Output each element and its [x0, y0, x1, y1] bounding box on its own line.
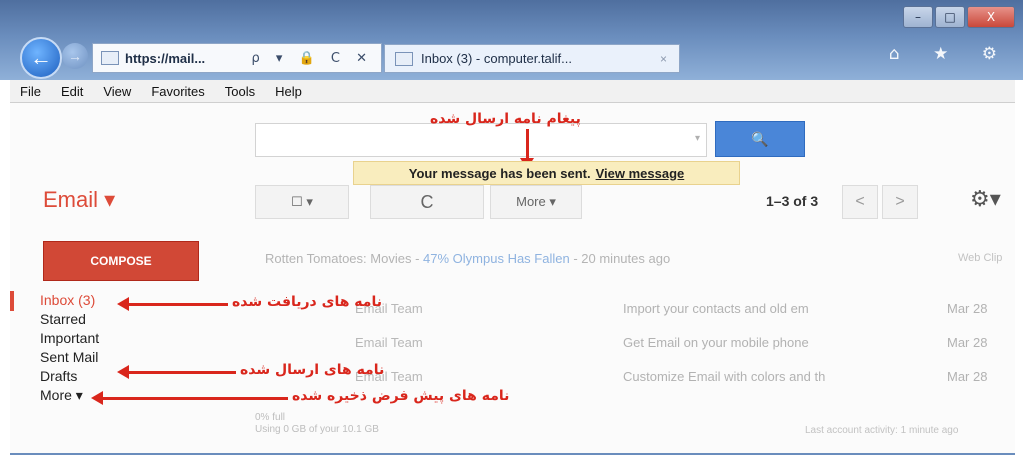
- folder-nav: Inbox (3) Starred Important Sent Mail Dr…: [40, 291, 99, 405]
- paging-count: 1–3 of 3: [766, 193, 819, 209]
- message-date: Mar 28: [947, 369, 988, 384]
- active-folder-indicator: [10, 291, 14, 311]
- folder-drafts[interactable]: Drafts: [40, 367, 99, 386]
- sent-notice-text: Your message has been sent.: [408, 165, 591, 181]
- back-arrow-icon[interactable]: ←: [20, 37, 62, 79]
- menu-file[interactable]: File: [20, 84, 41, 99]
- email-brand-menu[interactable]: Email ▾: [43, 187, 115, 213]
- promo-row[interactable]: Rotten Tomatoes: Movies - 47% Olympus Ha…: [265, 251, 670, 266]
- forward-arrow-icon[interactable]: →: [62, 43, 88, 69]
- close-window-button[interactable]: X: [967, 6, 1015, 28]
- annotation-sent-mail: نامه های ارسال شده: [240, 362, 385, 378]
- promo-headline: 47% Olympus Has Fallen: [423, 251, 570, 266]
- address-controls[interactable]: ρ ▾ 🔒 C ✕: [252, 51, 373, 66]
- storage-percent: 0% full: [255, 412, 286, 423]
- address-bar[interactable]: https://mail... ρ ▾ 🔒 C ✕: [92, 43, 382, 73]
- annotation-arrow-sent: [117, 365, 236, 379]
- address-url: https://mail...: [125, 50, 206, 66]
- menu-view[interactable]: View: [103, 84, 131, 99]
- maximize-button[interactable]: □: [935, 6, 965, 28]
- annotation-arrow-drafts: [91, 391, 288, 405]
- storage-usage: Using 0 GB of your 10.1 GB: [255, 424, 379, 435]
- refresh-icon[interactable]: C: [370, 185, 484, 219]
- message-row[interactable]: Email Team Import your contacts and old …: [355, 301, 1005, 321]
- folder-inbox[interactable]: Inbox (3): [40, 291, 99, 310]
- message-sender: Email Team: [355, 335, 423, 350]
- select-checkbox-button[interactable]: ☐ ▾: [255, 185, 349, 219]
- storage-info: 0% full Using 0 GB of your 10.1 GB: [255, 412, 379, 436]
- menu-edit[interactable]: Edit: [61, 84, 83, 99]
- tab-favicon-icon: [395, 51, 413, 66]
- message-row[interactable]: Email Team Get Email on your mobile phon…: [355, 335, 1005, 355]
- annotation-arrow-inbox: [117, 297, 228, 311]
- menu-help[interactable]: Help: [275, 84, 302, 99]
- home-favorites-tools-icons[interactable]: ⌂ ★ ⚙: [889, 44, 1011, 64]
- message-date: Mar 28: [947, 301, 988, 316]
- site-favicon-icon: [101, 51, 119, 65]
- message-subject: Customize Email with colors and th: [623, 369, 826, 384]
- menu-favorites[interactable]: Favorites: [151, 84, 204, 99]
- browser-tab[interactable]: Inbox (3) - computer.talif... ×: [384, 44, 680, 73]
- search-input[interactable]: ▾: [255, 123, 707, 157]
- annotation-sent-message: پیغام نامه ارسال شده: [430, 111, 581, 127]
- more-button[interactable]: More ▾: [490, 185, 582, 219]
- next-page-icon[interactable]: >: [882, 185, 918, 219]
- message-row[interactable]: Email Team Customize Email with colors a…: [355, 369, 1005, 389]
- promo-time: 20 minutes ago: [581, 251, 671, 266]
- title-bar: – □ X ← → https://mail... ρ ▾ 🔒 C ✕ Inbo…: [0, 0, 1023, 80]
- search-options-icon[interactable]: ▾: [695, 133, 700, 144]
- menu-bar: File Edit View Favorites Tools Help: [10, 80, 1015, 103]
- minimize-button[interactable]: –: [903, 6, 933, 28]
- account-activity[interactable]: Last account activity: 1 minute ago: [805, 425, 958, 436]
- folder-starred[interactable]: Starred: [40, 310, 99, 329]
- settings-gear-icon[interactable]: ⚙▾: [970, 187, 1001, 212]
- annotation-arrow-down: [520, 129, 534, 169]
- promo-source: Rotten Tomatoes: Movies: [265, 251, 412, 266]
- promo-web-clip[interactable]: Web Clip: [958, 252, 1002, 264]
- window-controls: – □ X: [901, 6, 1015, 28]
- view-message-link[interactable]: View message: [596, 166, 685, 181]
- prev-page-icon[interactable]: <: [842, 185, 878, 219]
- folder-important[interactable]: Important: [40, 329, 99, 348]
- compose-button[interactable]: COMPOSE: [43, 241, 199, 281]
- search-button[interactable]: 🔍: [715, 121, 805, 157]
- message-date: Mar 28: [947, 335, 988, 350]
- browser-window: – □ X ← → https://mail... ρ ▾ 🔒 C ✕ Inbo…: [0, 0, 1023, 460]
- mail-page: ▾ 🔍 پیغام نامه ارسال شده Your message ha…: [10, 103, 1015, 453]
- folder-sent-mail[interactable]: Sent Mail: [40, 348, 99, 367]
- message-subject: Import your contacts and old em: [623, 301, 809, 316]
- sent-notice: Your message has been sent. View message: [353, 161, 740, 185]
- window-bottom-border: [10, 453, 1015, 455]
- search-icon: 🔍: [751, 130, 769, 147]
- annotation-received: نامه های دریافت شده: [232, 294, 382, 310]
- tab-title: Inbox (3) - computer.talif...: [421, 51, 573, 66]
- tab-close-icon[interactable]: ×: [660, 52, 667, 66]
- menu-tools[interactable]: Tools: [225, 84, 255, 99]
- message-subject: Get Email on your mobile phone: [623, 335, 809, 350]
- annotation-drafts: نامه های پیش فرض ذخیره شده: [292, 388, 510, 404]
